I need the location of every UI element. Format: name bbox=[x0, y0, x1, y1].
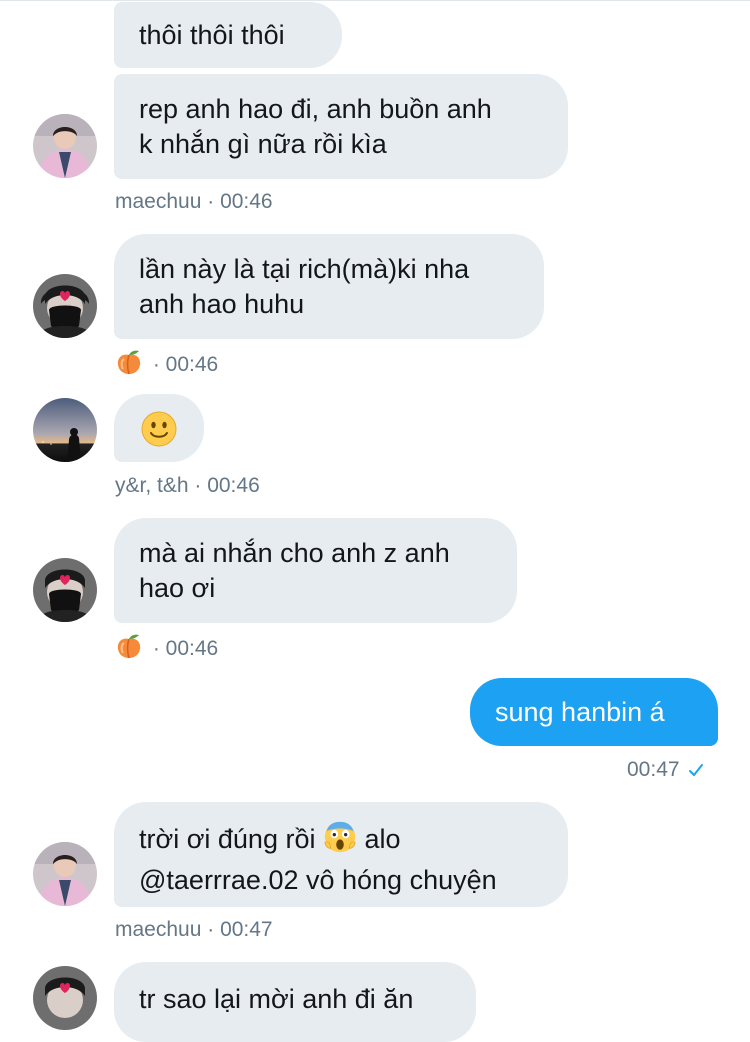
message-text: rep anh hao đi, anh buồn anh bbox=[139, 94, 492, 124]
avatar[interactable] bbox=[33, 274, 97, 338]
timestamp: 00:46 bbox=[165, 353, 219, 376]
message-bubble[interactable]: trời ơi đúng rồi alo @taerrrae.02 vô hón… bbox=[114, 802, 568, 907]
message-bubble[interactable]: lần này là tại rich(mà)ki nha anh hao hu… bbox=[114, 234, 544, 339]
timestamp: 00:47 bbox=[220, 918, 273, 941]
message-text: mà ai nhắn cho anh z anh bbox=[139, 538, 450, 568]
timestamp: 00:47 bbox=[627, 758, 680, 781]
message-text: lần này là tại rich(mà)ki nha bbox=[139, 254, 470, 284]
avatar-black-mask-icon bbox=[33, 966, 97, 1030]
message-text: tr sao lại mời anh đi ăn bbox=[139, 984, 414, 1014]
message-bubble[interactable]: mà ai nhắn cho anh z anh hao ơi bbox=[114, 518, 517, 623]
message-text-part: trời ơi đúng rồi bbox=[139, 824, 316, 854]
timestamp: 00:46 bbox=[165, 637, 219, 660]
avatar-pink-jacket-icon bbox=[33, 114, 97, 178]
message-bubble[interactable] bbox=[114, 394, 204, 462]
top-divider bbox=[0, 0, 750, 1]
checkmark-icon bbox=[688, 759, 704, 785]
message-meta: maechuu · 00:47 bbox=[115, 917, 273, 943]
message-meta: maechuu · 00:46 bbox=[115, 189, 273, 215]
peach-emoji-icon[interactable] bbox=[115, 349, 143, 382]
meta-separator: · bbox=[147, 353, 166, 376]
peach-emoji-icon[interactable] bbox=[115, 633, 143, 666]
message-text-part: alo bbox=[364, 824, 401, 854]
message-text: anh hao huhu bbox=[139, 289, 305, 319]
message-text: k nhắn gì nữa rồi kìa bbox=[139, 129, 387, 159]
face-screaming-in-fear-icon bbox=[323, 820, 357, 863]
message-bubble[interactable]: tr sao lại mời anh đi ăn bbox=[114, 962, 476, 1042]
message-text: trời ơi đúng rồi alo bbox=[139, 820, 542, 863]
message-text: hao ơi bbox=[139, 573, 216, 603]
avatar[interactable] bbox=[33, 966, 97, 1030]
message-text: @taerrrae.02 vô hóng chuyện bbox=[139, 865, 497, 895]
avatar-black-mask-icon bbox=[33, 274, 97, 338]
avatar[interactable] bbox=[33, 558, 97, 622]
timestamp: 00:46 bbox=[207, 474, 260, 497]
meta-separator: · bbox=[201, 918, 221, 941]
message-bubble[interactable]: thôi thôi thôi bbox=[114, 2, 342, 68]
sent-message-bubble[interactable]: sung hanbin á bbox=[470, 678, 718, 746]
message-meta: 00:47 bbox=[627, 757, 704, 785]
avatar[interactable] bbox=[33, 114, 97, 178]
message-text: thôi thôi thôi bbox=[139, 20, 285, 50]
meta-separator: · bbox=[188, 474, 208, 497]
message-meta: y&r, t&h · 00:46 bbox=[115, 473, 260, 499]
message-text: sung hanbin á bbox=[495, 697, 665, 727]
message-meta: · 00:46 bbox=[115, 349, 218, 382]
message-bubble[interactable]: rep anh hao đi, anh buồn anh k nhắn gì n… bbox=[114, 74, 568, 179]
avatar[interactable] bbox=[33, 398, 97, 462]
sender-name[interactable]: maechuu bbox=[115, 190, 201, 213]
sender-name[interactable]: y&r, t&h bbox=[115, 474, 189, 497]
meta-separator: · bbox=[147, 637, 166, 660]
slightly-smiling-face-icon bbox=[141, 411, 177, 456]
avatar-night-sky-icon bbox=[33, 398, 97, 462]
message-meta: · 00:46 bbox=[115, 633, 218, 666]
avatar-pink-jacket-icon bbox=[33, 842, 97, 906]
avatar[interactable] bbox=[33, 842, 97, 906]
sender-name[interactable]: maechuu bbox=[115, 918, 201, 941]
avatar-black-mask-icon bbox=[33, 558, 97, 622]
meta-separator: · bbox=[201, 190, 221, 213]
timestamp: 00:46 bbox=[220, 190, 273, 213]
